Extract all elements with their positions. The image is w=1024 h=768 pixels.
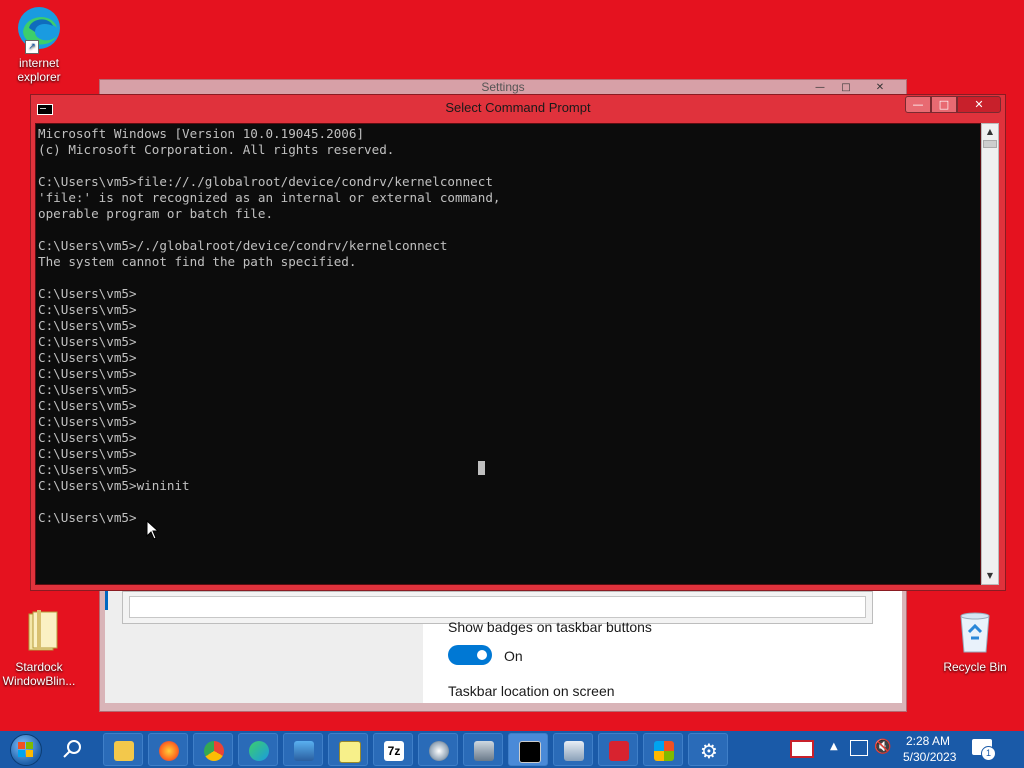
disk-utility-icon	[429, 741, 449, 761]
taskbar-settings[interactable]: ⚙	[688, 733, 728, 766]
minimize-button[interactable]: —	[905, 96, 931, 113]
command-prompt-icon	[519, 741, 541, 763]
mouse-pointer-icon	[146, 520, 160, 540]
close-button[interactable]: ✕	[957, 96, 1001, 113]
console-output[interactable]: Microsoft Windows [Version 10.0.19045.20…	[35, 123, 981, 585]
network-icon[interactable]	[850, 740, 868, 756]
taskbar-disk-utility[interactable]	[418, 733, 458, 766]
volume-muted-icon[interactable]: 🔇	[874, 739, 891, 755]
taskbar-chrome[interactable]	[193, 733, 233, 766]
notifications-icon[interactable]: 1	[972, 739, 996, 761]
settings-title: Settings	[481, 80, 525, 94]
desktop-icon-label-line1: internet	[18, 56, 60, 70]
start-button[interactable]	[6, 733, 46, 766]
settings-minimize-button[interactable]: —	[808, 81, 832, 94]
taskbar-control-panel[interactable]	[553, 733, 593, 766]
7zip-icon: 7z	[384, 741, 404, 761]
edge-icon: ↗	[15, 4, 63, 54]
control-panel-icon	[564, 741, 584, 761]
firefox-icon	[159, 741, 179, 761]
desktop-icon-label-line1: Stardock	[15, 660, 63, 674]
taskbar-7zip[interactable]: 7z	[373, 733, 413, 766]
system-monitor-icon	[474, 741, 494, 761]
chrome-icon	[204, 741, 224, 761]
notification-count-badge: 1	[981, 746, 996, 761]
toggle-state-label: On	[504, 648, 523, 664]
shortcut-arrow-icon: ↗	[25, 40, 39, 54]
taskbar-command-prompt[interactable]	[508, 733, 548, 766]
show-badges-label: Show badges on taskbar buttons	[448, 619, 652, 635]
settings-close-button[interactable]: ✕	[868, 81, 892, 94]
settings-maximize-button[interactable]: □	[834, 81, 858, 94]
desktop-icon-label: Recycle Bin	[943, 660, 1007, 674]
recycle-bin-icon	[951, 608, 999, 656]
toggle-knob	[477, 650, 487, 660]
toolbox-icon	[609, 741, 629, 761]
maximize-button[interactable]: □	[931, 96, 957, 113]
scroll-down-icon[interactable]: ▼	[982, 568, 998, 584]
clock-date[interactable]: 5/30/2023	[903, 750, 956, 764]
settings-nav-selection-indicator	[105, 590, 108, 610]
show-hidden-icons-icon[interactable]: ▲	[830, 741, 838, 752]
taskbar-system-monitor[interactable]	[463, 733, 503, 766]
taskbar-notepad[interactable]	[328, 733, 368, 766]
cmd-titlebar[interactable]: Select Command Prompt — □ ✕	[31, 95, 1005, 121]
desktop-icon-label-line2: WindowBlin...	[2, 674, 76, 688]
text-cursor	[478, 461, 485, 475]
folder-icon	[15, 608, 63, 656]
taskbar-firefox[interactable]	[148, 733, 188, 766]
windows-logo-icon	[18, 742, 34, 758]
store-icon	[654, 741, 674, 761]
taskbar-edge[interactable]	[238, 733, 278, 766]
settings-subpanel-field[interactable]	[129, 596, 866, 618]
scroll-thumb[interactable]	[983, 140, 997, 148]
desktop-icon-label-line2: explorer	[17, 70, 61, 84]
scroll-up-icon[interactable]: ▲	[982, 124, 998, 140]
desktop-icon-internet-explorer[interactable]: ↗ internet explorer	[0, 4, 78, 84]
notepad-icon	[339, 741, 361, 763]
show-badges-toggle[interactable]	[448, 645, 492, 665]
taskbar: 7z ⚙ ▲ 🔇 2:28 AM 5/30/2023 1	[0, 731, 1024, 768]
photos-icon	[294, 741, 314, 761]
taskbar-store[interactable]	[643, 733, 683, 766]
file-explorer-icon	[114, 741, 134, 761]
desktop-icon-stardock[interactable]: Stardock WindowBlin...	[0, 608, 78, 688]
search-icon[interactable]	[60, 737, 86, 763]
taskbar-toolbox[interactable]	[598, 733, 638, 766]
settings-icon: ⚙	[700, 739, 718, 763]
taskbar-file-explorer[interactable]	[103, 733, 143, 766]
cmd-title: Select Command Prompt	[445, 100, 591, 115]
command-prompt-window[interactable]: Select Command Prompt — □ ✕ Microsoft Wi…	[30, 94, 1006, 591]
vertical-scrollbar[interactable]: ▲ ▼	[981, 123, 999, 585]
clock-time[interactable]: 2:28 AM	[906, 734, 950, 748]
console-text: Microsoft Windows [Version 10.0.19045.20…	[38, 126, 501, 525]
taskbar-location-label: Taskbar location on screen	[448, 683, 615, 699]
desktop-icon-recycle-bin[interactable]: Recycle Bin	[936, 608, 1014, 674]
edge-icon	[249, 741, 269, 761]
news-icon[interactable]	[790, 740, 814, 758]
taskbar-photos[interactable]	[283, 733, 323, 766]
